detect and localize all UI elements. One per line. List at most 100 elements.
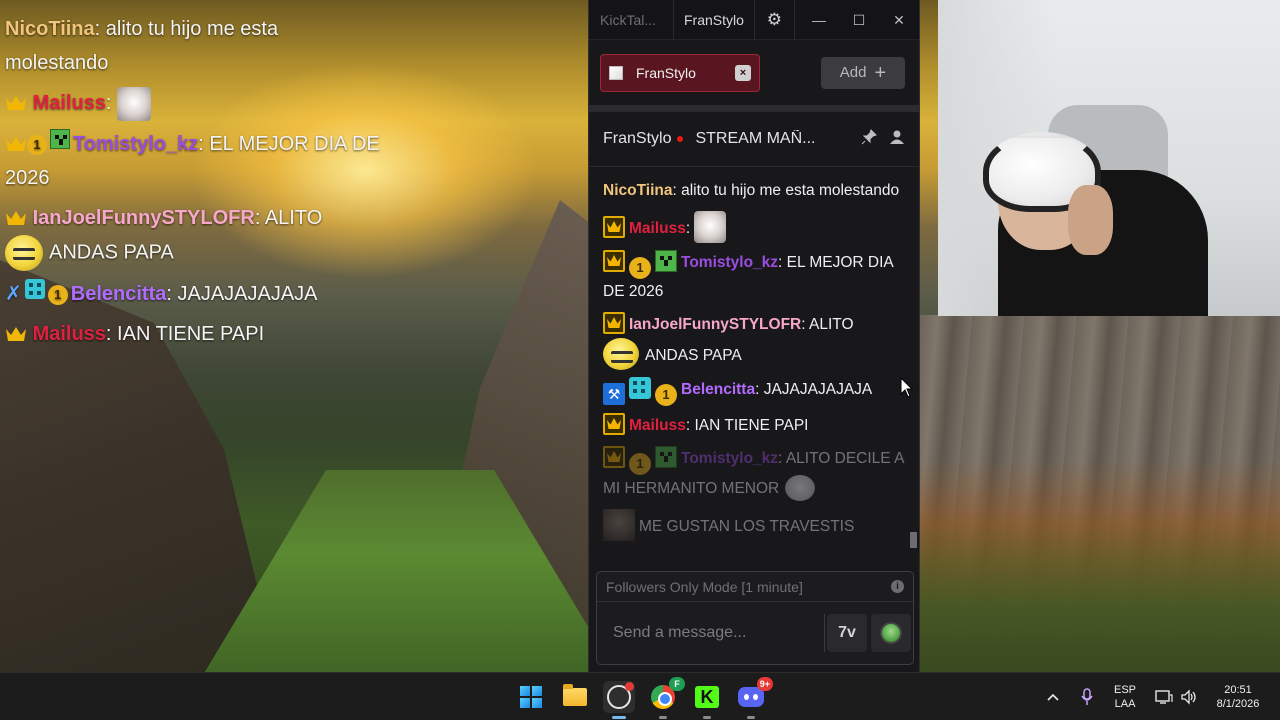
chat-nick[interactable]: Mailuss	[629, 220, 686, 237]
taskbar: F K 9+ ESP LAA 20:51 8/1/2026	[0, 672, 1280, 720]
chat-nick[interactable]: Tomistylo_kz	[681, 450, 778, 467]
creeper-badge-icon	[655, 250, 677, 272]
overlay-text: ALITO	[264, 206, 323, 229]
followers-only-mode: Followers Only Mode [1 minute]	[606, 578, 803, 595]
discord-notification-badge: 9+	[756, 677, 773, 691]
start-button[interactable]	[515, 681, 547, 713]
chat-message: NicoTiina: alito tu hijo me esta molesta…	[603, 178, 905, 204]
file-explorer-button[interactable]	[559, 681, 591, 713]
chat-colon: :	[755, 381, 764, 398]
open-indicator	[703, 716, 711, 719]
chat-messages[interactable]: NicoTiina: alito tu hijo me esta molesta…	[589, 168, 911, 560]
scrollbar-thumb[interactable]	[910, 532, 917, 548]
clock-time: 20:51	[1224, 684, 1252, 696]
chat-nick[interactable]: Belencitta	[681, 381, 755, 398]
coin-badge-icon: 1	[27, 134, 47, 155]
chat-colon: :	[685, 220, 695, 237]
overlay-text: IAN TIENE PAPI	[117, 322, 265, 345]
chat-colon: :	[778, 254, 787, 271]
clock[interactable]: 20:51 8/1/2026	[1208, 673, 1268, 720]
chat-nick[interactable]: NicoTiina	[603, 182, 672, 199]
chrome-button[interactable]: F	[647, 677, 685, 719]
crown-badge-icon	[603, 413, 625, 435]
overlay-nick: Mailuss	[32, 322, 106, 345]
chat-scrollbar[interactable]	[910, 170, 917, 560]
wallpaper-trees	[920, 460, 1280, 672]
webcam-person-hand	[1068, 185, 1113, 255]
obs-button[interactable]	[603, 681, 635, 719]
coin-badge-icon: 1	[655, 384, 677, 406]
kick-button[interactable]: K	[691, 681, 723, 719]
chat-message: Mailuss:	[603, 211, 905, 243]
microphone-icon	[1081, 688, 1093, 705]
overlay-message: NicoTiina: alito tu hijo me esta molesta…	[5, 18, 279, 74]
chat-nick[interactable]: Tomistylo_kz	[681, 254, 778, 271]
show-hidden-icons[interactable]	[1046, 673, 1060, 720]
coin-badge-icon: 1	[629, 453, 651, 475]
network-icon	[1155, 690, 1173, 704]
close-icon[interactable]: ✕	[879, 0, 919, 40]
chat-colon: :	[672, 182, 682, 199]
discord-button[interactable]: 9+	[735, 677, 773, 719]
open-indicator	[747, 716, 755, 719]
overlay-message: ✗ 1 Belencitta: JAJAJAJAJAJA	[5, 277, 385, 311]
maximize-icon[interactable]: ☐	[839, 0, 879, 40]
overlay-message: IanJoelFunnySTYLOFR: ALITO ANDAS PAPA	[5, 201, 385, 271]
plus-icon: +	[874, 61, 887, 84]
stream-channel-name: FranStylo	[603, 130, 672, 147]
translate-button[interactable]: 7v	[827, 614, 867, 652]
volume-tray[interactable]	[1180, 673, 1198, 720]
overlay-message: 1 Tomistylo_kz: EL MEJOR DIA DE 2026	[5, 127, 385, 195]
minimize-icon[interactable]: —	[799, 0, 839, 40]
emote-picker-button[interactable]	[871, 614, 911, 652]
chat-text: ALITO	[809, 316, 854, 333]
rat-emote-icon	[694, 211, 727, 243]
chat-nick[interactable]: IanJoelFunnySTYLOFR	[629, 316, 801, 333]
crown-badge-icon	[603, 446, 625, 468]
overlay-nick: Mailuss	[32, 92, 106, 114]
tab-franstylo[interactable]: FranStylo	[673, 0, 755, 40]
mouse-cursor-icon	[900, 377, 914, 398]
trollface-emote-icon	[785, 475, 816, 501]
smiley-emote-icon	[603, 338, 639, 370]
overlay-message: Mailuss:	[5, 86, 385, 121]
channel-bar: FranStylo × Add +	[589, 40, 919, 112]
crown-icon	[6, 210, 26, 225]
chat-app-window: KickTal... FranStylo ⚙ — ☐ ✕ FranStylo ×…	[588, 0, 920, 672]
face-emote-icon	[603, 509, 635, 541]
overlay-text: JAJAJAJAJAJA	[177, 282, 318, 305]
chat-message: 1 Tomistylo_kz: ALITO DECILE A MI HERMANI…	[603, 446, 905, 502]
message-input[interactable]	[613, 614, 825, 652]
overlay-nick: Belencitta	[70, 282, 167, 305]
creeper-badge-icon	[50, 128, 70, 149]
rat-emote-icon	[117, 86, 152, 121]
smiley-emote-icon	[5, 234, 43, 271]
channel-avatar-icon	[609, 65, 623, 80]
coin-badge-icon: 1	[629, 257, 651, 279]
add-channel-button[interactable]: Add +	[821, 56, 905, 89]
language-code: ESP	[1114, 684, 1137, 696]
keyboard-layout: LAA	[1114, 698, 1136, 710]
chat-message: 1 Tomistylo_kz: EL MEJOR DIA DE 2026	[603, 250, 905, 305]
chat-colon: :	[778, 450, 786, 467]
info-icon[interactable]: i	[891, 580, 904, 593]
title-bar[interactable]: KickTal... FranStylo ⚙ — ☐ ✕	[589, 0, 919, 40]
channel-close-icon[interactable]: ×	[735, 64, 751, 81]
emote-icon	[880, 622, 902, 644]
grid-badge-icon	[24, 278, 45, 299]
user-icon[interactable]	[889, 129, 905, 149]
chat-message: ME GUSTAN LOS TRAVESTIS	[603, 509, 905, 541]
crown-icon	[6, 136, 26, 151]
microphone-tray[interactable]	[1080, 673, 1094, 720]
channel-chip[interactable]: FranStylo ×	[600, 53, 760, 92]
chat-nick[interactable]: Mailuss	[629, 417, 686, 434]
overlay-text: ANDAS PAPA	[49, 241, 174, 263]
language-indicator[interactable]: ESP LAA	[1114, 673, 1136, 720]
chat-text: JAJAJAJAJAJA	[763, 381, 873, 398]
clock-date: 8/1/2026	[1216, 698, 1260, 710]
gear-icon[interactable]: ⚙	[755, 0, 795, 40]
chat-text: IAN TIENE PAPI	[694, 417, 809, 434]
network-tray[interactable]	[1155, 673, 1173, 720]
pin-icon[interactable]	[861, 129, 877, 149]
chat-message: ⚒ 1 Belencitta: JAJAJAJAJAJA	[603, 377, 905, 406]
